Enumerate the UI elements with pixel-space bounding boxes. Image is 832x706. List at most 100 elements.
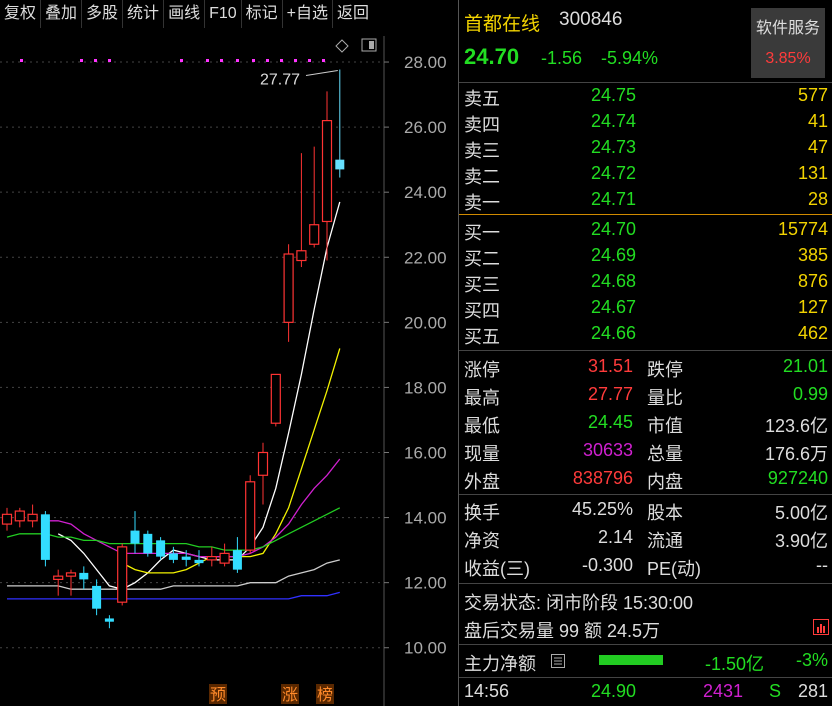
candle-body [14, 510, 25, 522]
toolbar-draw-line[interactable]: 画线 [164, 0, 206, 28]
main-flow-bar [599, 655, 663, 665]
stock-code: 300846 [559, 9, 623, 30]
marker-dot [108, 59, 111, 62]
trade-status-text: 交易状态: 闭市阶段 15:30:00 [464, 593, 694, 613]
y-tick-label: 10.00 [404, 639, 447, 658]
candle-body [245, 481, 256, 551]
outer-volume-value: 838796 [572, 468, 633, 488]
y-tick-label: 24.00 [404, 183, 447, 202]
order-row-buy1[interactable]: 买一 24.70 15774 [459, 217, 832, 243]
tick-row[interactable]: 14:56 24.90 2431 S 281 [459, 678, 832, 706]
main-flow-pct: -3% [795, 650, 828, 670]
current-volume-value: 30633 [582, 440, 633, 460]
toolbar-restore-rights[interactable]: 复权 [0, 0, 42, 28]
toolbar-f10[interactable]: F10 [205, 0, 242, 28]
marker-dot [266, 59, 269, 62]
candle-body [130, 530, 140, 544]
after-hours-text: 盘后交易量 99 额 24.5万 [464, 621, 661, 641]
toolbar-back[interactable]: 返回 [333, 0, 373, 28]
tick-count: 281 [797, 681, 828, 701]
candle-body [206, 556, 217, 561]
candlestick-chart[interactable]: 28.00 26.00 24.00 22.00 20.00 18.00 16.00 14.00… [0, 0, 458, 706]
order-volume: 15774 [777, 219, 828, 239]
candle-body [296, 250, 307, 262]
candle-body [232, 550, 242, 570]
order-label: 卖五 [464, 89, 500, 109]
divider [459, 350, 832, 351]
order-label: 买一 [464, 223, 500, 243]
y-tick-label: 26.00 [404, 118, 447, 137]
order-price: 24.66 [591, 323, 637, 343]
tick-time: 14:56 [464, 681, 510, 701]
order-row-sell2[interactable]: 卖二 24.72 131 [459, 161, 832, 187]
order-price: 24.70 [591, 219, 637, 239]
price-change: -1.56 [541, 48, 583, 68]
y-tick-label: 12.00 [404, 574, 447, 593]
toolbar-multi-stock[interactable]: 多股 [82, 0, 124, 28]
chart-pane[interactable]: 28.00 26.00 24.00 22.00 20.00 18.00 16.00 14.00… [0, 0, 458, 706]
order-row-sell5[interactable]: 卖五 24.75 577 [459, 83, 832, 109]
order-row-buy5[interactable]: 买五 24.66 462 [459, 321, 832, 347]
order-label: 卖一 [464, 193, 500, 213]
low-label: 最低 [464, 416, 500, 436]
ma-line-4 [7, 559, 340, 590]
tick-price: 24.90 [591, 681, 637, 701]
software-service-badge[interactable]: 软件服务 3.85% [751, 8, 825, 78]
divider [459, 644, 832, 645]
share-capital-value: 5.00亿 [774, 503, 828, 523]
order-row-buy2[interactable]: 买二 24.69 385 [459, 243, 832, 269]
bid-ask-divider [459, 214, 832, 215]
toolbar-add-watchlist[interactable]: +自选 [283, 0, 334, 28]
bar-chart-icon[interactable] [813, 619, 829, 635]
order-price: 24.68 [591, 271, 637, 291]
main-flow-value: -1.50亿 [705, 654, 765, 674]
order-row-sell4[interactable]: 卖四 24.74 41 [459, 109, 832, 135]
order-row-sell3[interactable]: 卖三 24.73 47 [459, 135, 832, 161]
marker-dot [308, 59, 311, 62]
list-icon[interactable] [551, 654, 565, 668]
turnover-label: 换手 [464, 503, 500, 523]
candle-body [270, 373, 281, 424]
order-price: 24.72 [591, 163, 637, 183]
order-volume: 577 [797, 85, 828, 105]
order-row-buy3[interactable]: 买三 24.68 876 [459, 269, 832, 295]
price-change-pct: -5.94% [601, 48, 659, 68]
toolbar-overlay[interactable]: 叠加 [41, 0, 83, 28]
candle-body [156, 540, 166, 557]
trade-status: 交易状态: 闭市阶段 15:30:00 [459, 586, 832, 614]
main-flow-label: 主力净额 [464, 654, 536, 674]
y-tick-label: 22.00 [404, 248, 447, 267]
order-volume: 131 [797, 163, 828, 183]
order-label: 卖三 [464, 141, 500, 161]
toolbar-statistics[interactable]: 统计 [123, 0, 165, 28]
marker-dot [180, 59, 183, 62]
toolbar-mark[interactable]: 标记 [242, 0, 283, 28]
eps-label: 收益(三) [464, 559, 530, 579]
sector-label: 软件服务 [755, 20, 820, 37]
last-price: 24.70 [464, 44, 520, 69]
candle-body [335, 159, 345, 170]
order-label: 买三 [464, 275, 500, 295]
marker-dot [206, 59, 209, 62]
order-label: 卖四 [464, 115, 500, 135]
candle-body [283, 253, 294, 323]
order-volume: 127 [797, 297, 828, 317]
divider [459, 583, 832, 584]
ma-line-2 [45, 458, 341, 558]
total-volume-value: 176.6万 [764, 444, 828, 464]
candle-body [321, 120, 333, 223]
market-cap-value: 123.6亿 [764, 416, 828, 436]
stats-row-outer-inner: 外盘 838796 内盘 927240 [459, 465, 832, 493]
order-volume: 28 [807, 189, 828, 209]
candle-body [1, 513, 13, 525]
total-volume-label: 总量 [647, 444, 683, 464]
quote-panel: 首都在线 300846 软件服务 3.85% 24.70 -1.56 -5.94… [458, 0, 832, 706]
candle-body [40, 514, 50, 560]
y-tick-label: 14.00 [404, 509, 447, 528]
net-assets-label: 净资 [464, 531, 500, 551]
sector-change: 3.85% [765, 50, 811, 67]
candle-body [117, 546, 128, 603]
candle-body [79, 572, 89, 580]
order-row-sell1[interactable]: 卖一 24.71 28 [459, 187, 832, 213]
order-row-buy4[interactable]: 买四 24.67 127 [459, 295, 832, 321]
